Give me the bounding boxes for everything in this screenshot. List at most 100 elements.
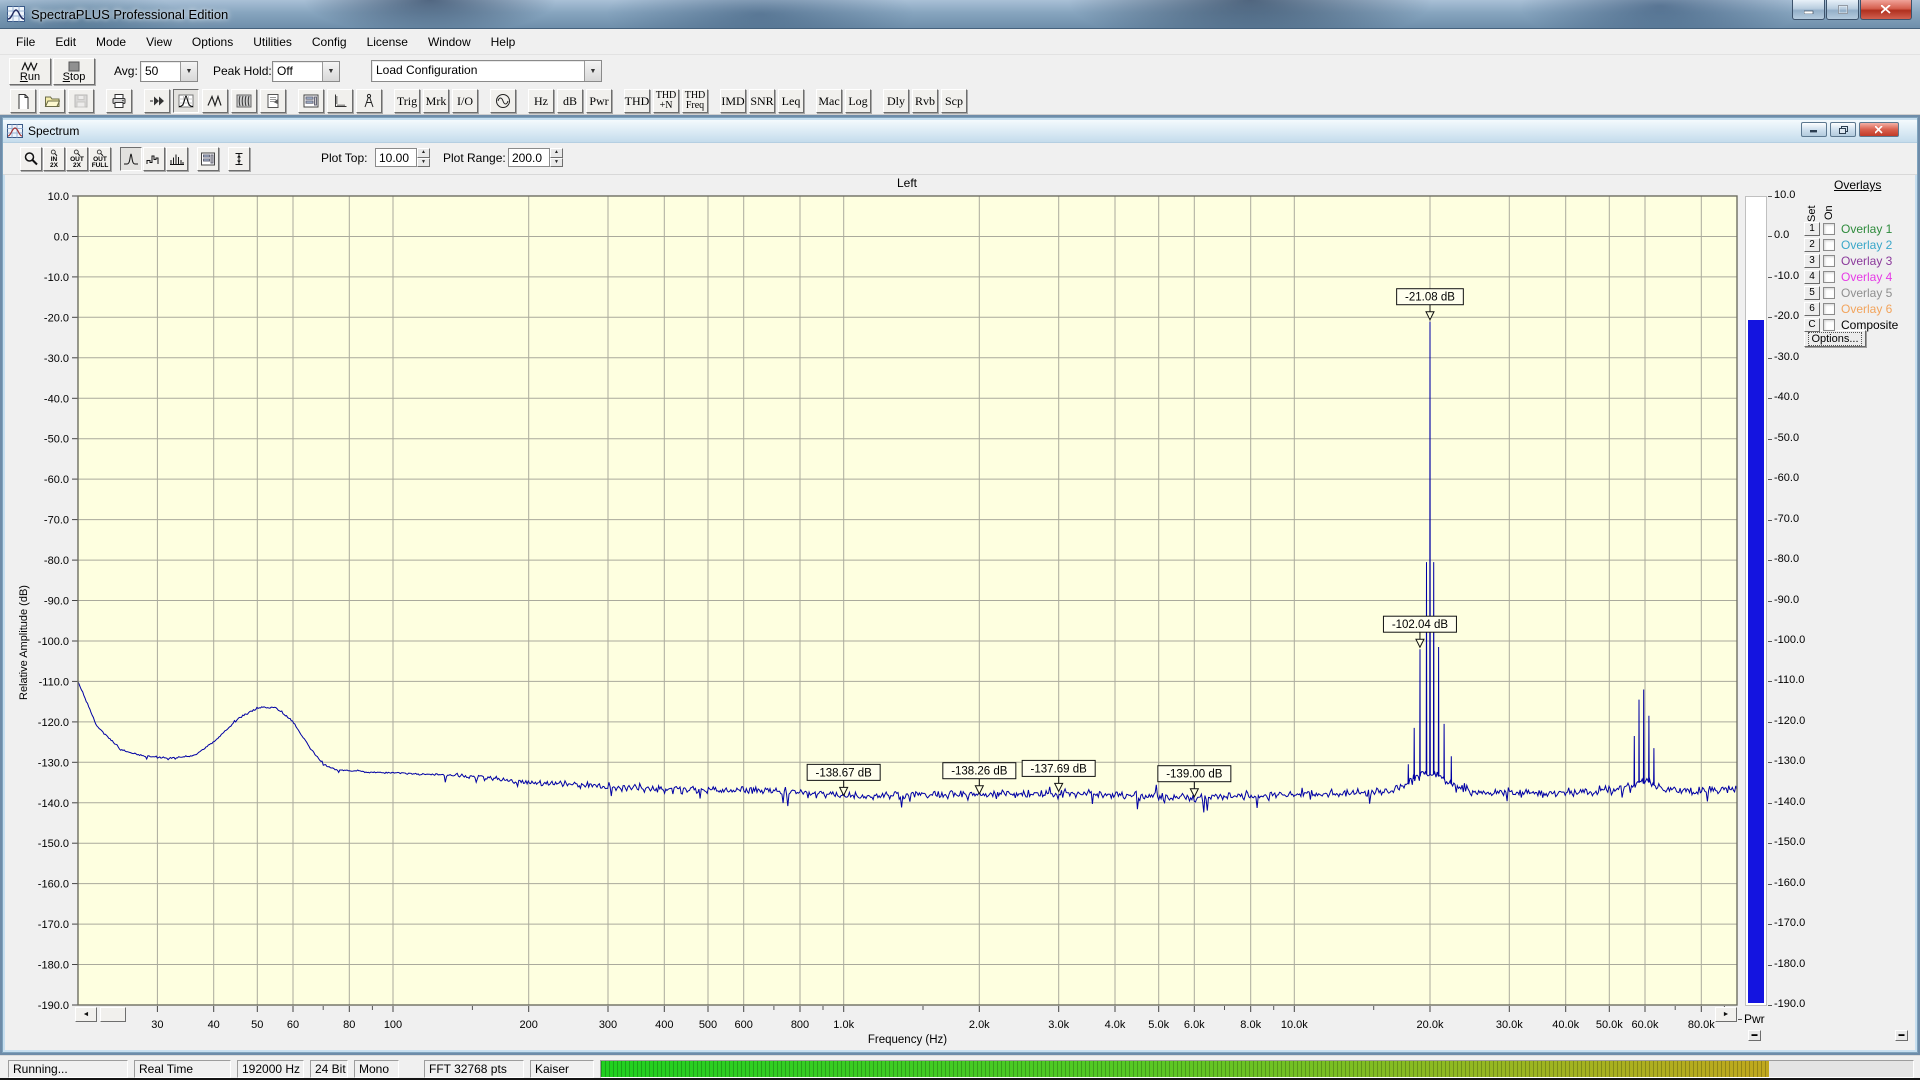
reverb-button[interactable]: Rvb: [912, 89, 938, 113]
spectrum-view-button[interactable]: [173, 89, 199, 113]
menu-view[interactable]: View: [136, 31, 182, 53]
overlay-set-button-2[interactable]: 2: [1804, 238, 1820, 252]
menu-options[interactable]: Options: [182, 31, 243, 53]
overlay-set-button-c[interactable]: C: [1804, 318, 1820, 332]
main-toolbar: Run Stop Avg: 50▼ Peak Hold: Off▼ Load C…: [0, 55, 1920, 87]
spectrum-restore-button[interactable]: [1830, 122, 1856, 137]
trigger-button[interactable]: Trig: [394, 89, 420, 113]
pwr-button[interactable]: Pwr: [586, 89, 612, 113]
markers-button[interactable]: Mrk: [423, 89, 449, 113]
icon-toolbar: TrigMrkI/O HzdBPwr THDTHD+NTHDFreq IMD SNR Le…: [0, 87, 1920, 115]
overlay-set-button-3[interactable]: 3: [1804, 254, 1820, 268]
open-file-button[interactable]: [39, 89, 65, 113]
hz-button[interactable]: Hz: [528, 89, 554, 113]
svg-text:400: 400: [655, 1019, 673, 1031]
overlay-label-4: Overlay 4: [1841, 270, 1892, 284]
status-field-1: Real Time: [134, 1060, 231, 1078]
menu-utilities[interactable]: Utilities: [243, 31, 302, 53]
report-icon: [265, 93, 281, 109]
overlay-label-5: Overlay 5: [1841, 286, 1892, 300]
menu-config[interactable]: Config: [302, 31, 357, 53]
log-button[interactable]: Log: [845, 89, 871, 113]
sine-icon: [495, 93, 511, 109]
overlay-on-checkbox-1[interactable]: [1823, 223, 1835, 235]
scope-button[interactable]: Scp: [941, 89, 967, 113]
svg-text:3.0k: 3.0k: [1048, 1019, 1069, 1031]
menu-file[interactable]: File: [6, 31, 45, 53]
svg-text:Frequency (Hz): Frequency (Hz): [868, 1034, 947, 1046]
print-button[interactable]: [106, 89, 132, 113]
overlay-on-checkbox-3[interactable]: [1823, 255, 1835, 267]
thd-button[interactable]: THD: [624, 89, 650, 113]
spectrum-close-button[interactable]: [1859, 122, 1899, 137]
menu-help[interactable]: Help: [481, 31, 526, 53]
time-series-button[interactable]: [202, 89, 228, 113]
scroll-left-button[interactable]: ◄: [75, 1007, 97, 1022]
thdn-button[interactable]: THD+N: [653, 89, 679, 113]
calipers-button[interactable]: [356, 89, 382, 113]
save-icon: [73, 93, 89, 109]
load-configuration-select[interactable]: Load Configuration▼: [371, 60, 602, 82]
run-button[interactable]: Run: [9, 58, 51, 85]
overlay-set-button-4[interactable]: 4: [1804, 270, 1820, 284]
spectrum-minimize-button[interactable]: [1801, 122, 1827, 137]
overlay-set-button-5[interactable]: 5: [1804, 286, 1820, 300]
stop-button[interactable]: Stop: [53, 58, 95, 85]
overlay-on-checkbox-4[interactable]: [1823, 271, 1835, 283]
maximize-button[interactable]: [1826, 0, 1859, 20]
chevron-down-icon: ▼: [584, 61, 601, 81]
surface-plot-button[interactable]: [260, 89, 286, 113]
snr-button[interactable]: SNR: [749, 89, 775, 113]
svg-text:-170.0: -170.0: [38, 919, 69, 931]
meter-spin-button[interactable]: ▬: [1748, 1030, 1761, 1041]
svg-text:80: 80: [343, 1019, 355, 1031]
svg-text:-150.0: -150.0: [38, 838, 69, 850]
ruler-icon: [332, 93, 348, 109]
leq-button[interactable]: Leq: [778, 89, 804, 113]
svg-text:-139.00 dB: -139.00 dB: [1166, 769, 1223, 781]
signal-generator-button[interactable]: [490, 89, 516, 113]
spectrogram-button[interactable]: [231, 89, 257, 113]
run-label: Run: [20, 72, 40, 83]
overlay-set-button-1[interactable]: 1: [1804, 222, 1820, 236]
save-button[interactable]: [68, 89, 94, 113]
close-button[interactable]: [1860, 0, 1912, 20]
displays-button[interactable]: [298, 89, 324, 113]
overlay-on-checkbox-2[interactable]: [1823, 239, 1835, 251]
scroll-right-button[interactable]: ►: [1715, 1007, 1737, 1022]
svg-text:300: 300: [599, 1019, 617, 1031]
right-axis-tick: -150.0: [1774, 836, 1805, 848]
db-button[interactable]: dB: [557, 89, 583, 113]
svg-text:40: 40: [208, 1019, 220, 1031]
avg-select[interactable]: 50▼: [140, 61, 198, 82]
thdfreq-button[interactable]: THDFreq: [682, 89, 708, 113]
svg-text:600: 600: [735, 1019, 753, 1031]
overlay-options-button[interactable]: Options...: [1804, 330, 1866, 347]
new-file-button[interactable]: [10, 89, 36, 113]
menu-license[interactable]: License: [357, 31, 418, 53]
playback-button[interactable]: [144, 89, 170, 113]
imd-button[interactable]: IMD: [720, 89, 746, 113]
peak-hold-select[interactable]: Off▼: [272, 61, 340, 82]
overlay-on-checkbox-c[interactable]: [1823, 319, 1835, 331]
menu-edit[interactable]: Edit: [45, 31, 86, 53]
panel-spin-button[interactable]: ▬: [1895, 1030, 1908, 1041]
spectrum-plot[interactable]: 10.00.0-10.0-20.0-30.0-40.0-50.0-60.0-70…: [0, 150, 1745, 1050]
io-button[interactable]: I/O: [452, 89, 478, 113]
scrollbar-thumb[interactable]: [100, 1007, 126, 1022]
delay-button[interactable]: Dly: [883, 89, 909, 113]
scaling-button[interactable]: [327, 89, 353, 113]
macro-button[interactable]: Mac: [816, 89, 842, 113]
svg-text:500: 500: [699, 1019, 717, 1031]
overlay-on-checkbox-6[interactable]: [1823, 303, 1835, 315]
imd-button-label: IMD: [721, 96, 744, 106]
svg-text:10.0: 10.0: [48, 191, 69, 203]
menu-window[interactable]: Window: [418, 31, 481, 53]
menu-mode[interactable]: Mode: [86, 31, 136, 53]
overlay-set-button-6[interactable]: 6: [1804, 302, 1820, 316]
snr-button-label: SNR: [750, 96, 773, 106]
minimize-button[interactable]: [1792, 0, 1825, 20]
overlay-on-checkbox-5[interactable]: [1823, 287, 1835, 299]
svg-text:-190.0: -190.0: [38, 1000, 69, 1012]
app-icon: [7, 6, 25, 22]
